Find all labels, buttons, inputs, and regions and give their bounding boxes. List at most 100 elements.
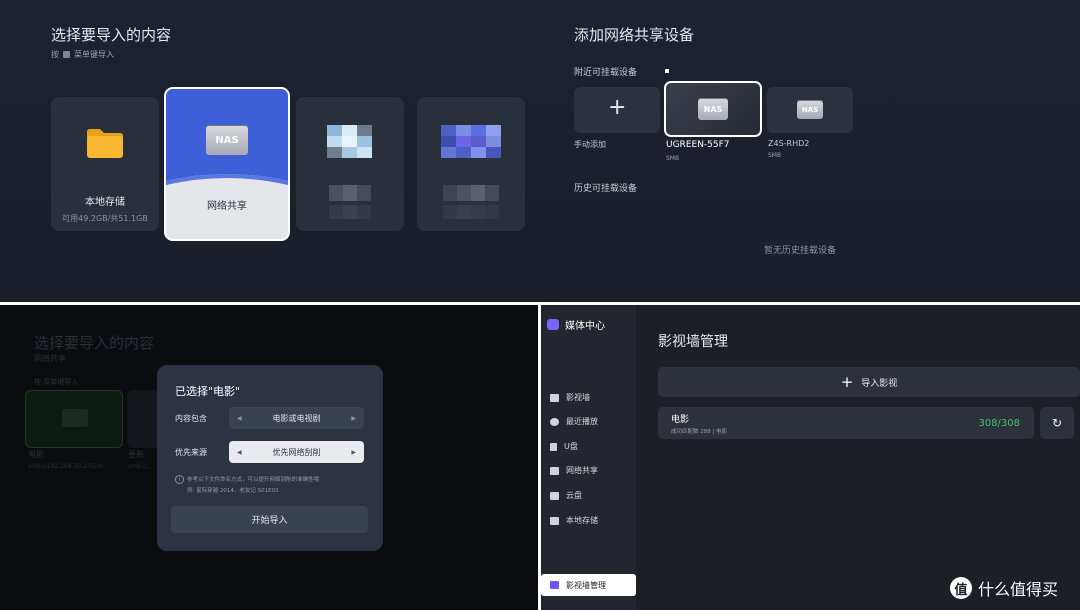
- watermark-logo: 值: [950, 577, 972, 599]
- blurred-label: [329, 185, 371, 201]
- content-type-selector[interactable]: ◀ 电影或电视剧 ▶: [229, 407, 364, 429]
- card-label: 网络共享: [207, 201, 247, 212]
- sidebar-item-label: 网络共享: [566, 466, 598, 475]
- row-label: 内容包含: [175, 414, 207, 423]
- library-count: 308/308: [978, 418, 1020, 429]
- row-label: 优先来源: [175, 448, 207, 457]
- menu-hint: 按 菜单键导入: [51, 49, 114, 60]
- dialog-title: 已选择"电影": [175, 385, 241, 398]
- left-arrow-icon[interactable]: ◀: [237, 449, 242, 456]
- app-header: 媒体中心: [547, 317, 605, 332]
- device-name: Z4S-RHD2: [768, 139, 810, 148]
- device-protocol: SMB: [768, 152, 782, 159]
- sidebar-item-label: 本地存储: [566, 516, 598, 525]
- hint-prefix: 按: [51, 50, 59, 59]
- nas-icon: NAS: [698, 98, 728, 120]
- blurred-label: [329, 205, 371, 219]
- nas-icon: [550, 466, 559, 475]
- import-media-label: 导入影视: [861, 378, 898, 389]
- media-card[interactable]: [296, 97, 404, 231]
- nas-icon: NAS: [206, 125, 248, 155]
- sidebar-item-wall[interactable]: 影视墙: [550, 392, 590, 403]
- media-center-icon: [547, 319, 559, 330]
- app-name: 媒体中心: [565, 321, 605, 332]
- watermark-text: 什么值得买: [978, 580, 1059, 599]
- background-title: 选择要导入的内容: [34, 334, 155, 352]
- background-hint: 按 菜单键导入: [34, 378, 79, 386]
- folder-icon: [87, 129, 123, 158]
- background-card-label: 电影: [28, 450, 44, 459]
- device-protocol: SMB: [666, 155, 680, 162]
- import-options-dialog: 已选择"电影" 内容包含 ◀ 电影或电视剧 ▶ 优先来源 ◀ 优先网络刮削 ▶ …: [157, 365, 383, 551]
- info-icon: i: [175, 475, 184, 484]
- sidebar-item-cloud[interactable]: 云盘: [550, 490, 582, 501]
- film-icon: [550, 393, 559, 402]
- selector-value: 优先网络刮削: [272, 447, 321, 457]
- network-share-card[interactable]: NAS 网络共享: [164, 87, 290, 241]
- source-priority-selector[interactable]: ◀ 优先网络刮削 ▶: [229, 441, 364, 463]
- blurred-label: [443, 205, 499, 219]
- sidebar-item-local[interactable]: 本地存储: [550, 515, 598, 526]
- device-tile-z4s[interactable]: NAS: [767, 87, 853, 133]
- nas-icon: NAS: [797, 100, 823, 119]
- right-arrow-icon[interactable]: ▶: [351, 415, 356, 422]
- background-card-sub: smb://192.168.50.235/sh: [28, 463, 104, 470]
- refresh-icon[interactable]: ↻: [1040, 407, 1074, 439]
- sidebar-item-recent[interactable]: 最近播放: [550, 416, 598, 427]
- naming-note: 参考以下文件命名方式，可以提升网络刮削的准确性哦: [187, 477, 320, 483]
- storage-capacity: 可用49.2GB/共51.1GB: [62, 214, 148, 223]
- loading-dot-icon: [665, 69, 669, 73]
- import-source-panel: 选择要导入的内容 按 菜单键导入 本地存储 可用49.2GB/共51.1GB N…: [0, 0, 1080, 302]
- menu-key-icon: [63, 51, 70, 58]
- library-match-info: 成功匹配数 288 | 电影: [671, 429, 728, 435]
- library-row[interactable]: 电影 成功匹配数 288 | 电影 308/308: [658, 407, 1034, 439]
- hint-suffix: 菜单键导入: [74, 50, 114, 59]
- history-empty-text: 暂无历史挂载设备: [764, 246, 837, 256]
- start-import-button[interactable]: 开始导入: [171, 506, 368, 533]
- plus-icon: +: [608, 95, 627, 120]
- sidebar-item-usb[interactable]: U盘: [550, 441, 578, 452]
- device-name: UGREEN-55F7: [666, 140, 730, 150]
- cloud-icon: [550, 491, 559, 500]
- card-label: 本地存储: [85, 197, 125, 208]
- sidebar-item-label: 云盘: [566, 491, 582, 500]
- manage-icon: [550, 581, 559, 589]
- background-card-sub: smb://...: [128, 463, 153, 470]
- blurred-thumbnail: [327, 125, 372, 158]
- sidebar: 媒体中心 影视墙 最近播放 U盘 网络共享 云盘 本地存储 影视墙管理: [541, 305, 636, 610]
- naming-example: 例: 星际穿越 2014、老友记 S01E03: [187, 488, 279, 494]
- history-devices-label: 历史可挂载设备: [574, 184, 638, 194]
- background-subtitle: 网络共享: [34, 354, 66, 363]
- left-arrow-icon[interactable]: ◀: [237, 415, 242, 422]
- background-card-label: 更新: [128, 450, 144, 459]
- sidebar-item-label: 最近播放: [566, 417, 598, 426]
- library-name: 电影: [671, 415, 690, 425]
- manual-add-tile[interactable]: +: [574, 87, 660, 133]
- background-card: [25, 390, 123, 448]
- sidebar-item-network[interactable]: 网络共享: [550, 465, 598, 476]
- watermark: 值 什么值得买: [950, 576, 1058, 600]
- card-background: [166, 89, 288, 185]
- blurred-label: [443, 185, 499, 201]
- media-card[interactable]: [417, 97, 525, 231]
- sidebar-item-label: 影视墙: [566, 393, 590, 402]
- selector-value: 电影或电视剧: [272, 413, 321, 423]
- sidebar-item-label: 影视墙管理: [566, 580, 606, 590]
- page-title: 影视墙管理: [658, 334, 728, 350]
- right-arrow-icon[interactable]: ▶: [351, 449, 356, 456]
- usb-icon: [550, 442, 557, 451]
- sidebar-item-wall-manage[interactable]: 影视墙管理: [541, 574, 636, 596]
- nearby-devices-label: 附近可挂载设备: [574, 68, 638, 78]
- add-share-title: 添加网络共享设备: [574, 26, 695, 44]
- import-media-button[interactable]: + 导入影视: [658, 367, 1080, 397]
- nas-icon: [62, 409, 88, 427]
- local-storage-card[interactable]: 本地存储 可用49.2GB/共51.1GB: [51, 97, 159, 231]
- sidebar-item-label: U盘: [564, 442, 578, 451]
- plus-icon: +: [840, 372, 854, 391]
- device-name: 手动添加: [574, 140, 606, 149]
- blurred-thumbnail: [441, 125, 501, 158]
- clock-icon: [550, 417, 559, 426]
- device-tile-ugreen[interactable]: NAS: [664, 81, 762, 137]
- page-title: 选择要导入的内容: [51, 26, 172, 44]
- folder-icon: [550, 516, 559, 525]
